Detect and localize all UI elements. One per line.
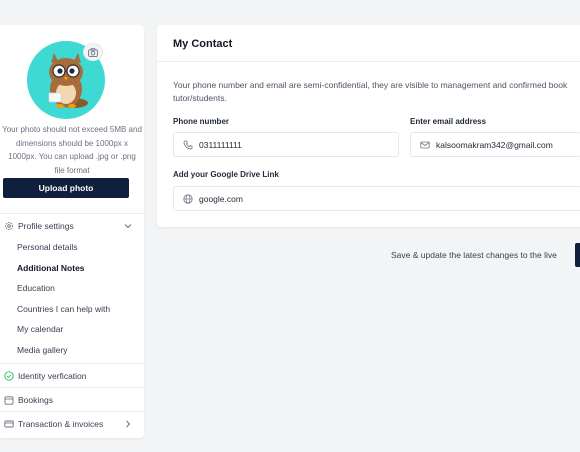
sidebar-item-education[interactable]: Education bbox=[0, 278, 144, 299]
camera-icon bbox=[88, 47, 98, 57]
nav-bookings[interactable]: Bookings bbox=[0, 387, 144, 411]
phone-label: Phone number bbox=[173, 117, 230, 126]
chevron-right-icon bbox=[124, 420, 132, 428]
nav-identity-label: Identity verfication bbox=[18, 370, 87, 381]
email-value: kalsoomakram342@gmail.com bbox=[436, 139, 553, 150]
card-icon bbox=[4, 419, 14, 429]
nav-transactions-label: Transaction & invoices bbox=[18, 418, 104, 429]
sidebar-item-my-calendar[interactable]: My calendar bbox=[0, 319, 144, 340]
email-label: Enter email address bbox=[410, 117, 487, 126]
save-button[interactable] bbox=[575, 243, 580, 267]
page-title: My Contact bbox=[173, 38, 233, 50]
email-field[interactable]: kalsoomakram342@gmail.com bbox=[410, 132, 580, 157]
globe-icon bbox=[183, 193, 193, 204]
divider bbox=[157, 61, 580, 62]
contact-description: Your phone number and email are semi-con… bbox=[173, 79, 580, 105]
drive-link-field[interactable]: google.com bbox=[173, 186, 580, 211]
phone-icon bbox=[183, 140, 193, 150]
calendar-icon bbox=[4, 395, 14, 405]
phone-value: 0311111111 bbox=[199, 139, 242, 150]
drive-link-label: Add your Google Drive Link bbox=[173, 170, 279, 179]
change-photo-button[interactable] bbox=[83, 43, 103, 61]
chevron-down-icon bbox=[124, 222, 132, 230]
drive-link-value: google.com bbox=[199, 193, 243, 204]
nav-profile-settings[interactable]: Profile settings bbox=[0, 213, 144, 237]
nav-identity-verification[interactable]: Identity verfication bbox=[0, 363, 144, 387]
gear-icon bbox=[4, 221, 14, 231]
avatar-area bbox=[27, 41, 105, 119]
phone-field[interactable]: 0311111111 bbox=[173, 132, 399, 157]
mail-icon bbox=[420, 140, 430, 150]
sidebar-item-personal-details[interactable]: Personal details bbox=[0, 237, 144, 258]
contact-card: My Contact Your phone number and email a… bbox=[157, 25, 580, 227]
contact-description-line2: tutor/students. bbox=[173, 93, 227, 103]
sidebar-item-additional-notes[interactable]: Additional Notes bbox=[0, 258, 144, 279]
settings-nav: Profile settings Personal details Additi… bbox=[0, 213, 144, 435]
nav-transactions[interactable]: Transaction & invoices bbox=[0, 411, 144, 435]
sidebar-item-media-gallery[interactable]: Media gallery bbox=[0, 340, 144, 361]
contact-description-line1: Your phone number and email are semi-con… bbox=[173, 80, 568, 90]
nav-bookings-label: Bookings bbox=[18, 394, 53, 405]
save-hint-text: Save & update the latest changes to the … bbox=[391, 250, 557, 260]
upload-photo-button[interactable]: Upload photo bbox=[3, 178, 129, 198]
profile-sidebar: Your photo should not exceed 5MB and dim… bbox=[0, 25, 144, 438]
sidebar-item-countries[interactable]: Countries I can help with bbox=[0, 299, 144, 320]
check-circle-icon bbox=[4, 370, 14, 381]
photo-requirements-note: Your photo should not exceed 5MB and dim… bbox=[2, 125, 142, 175]
nav-profile-settings-label: Profile settings bbox=[18, 220, 74, 231]
